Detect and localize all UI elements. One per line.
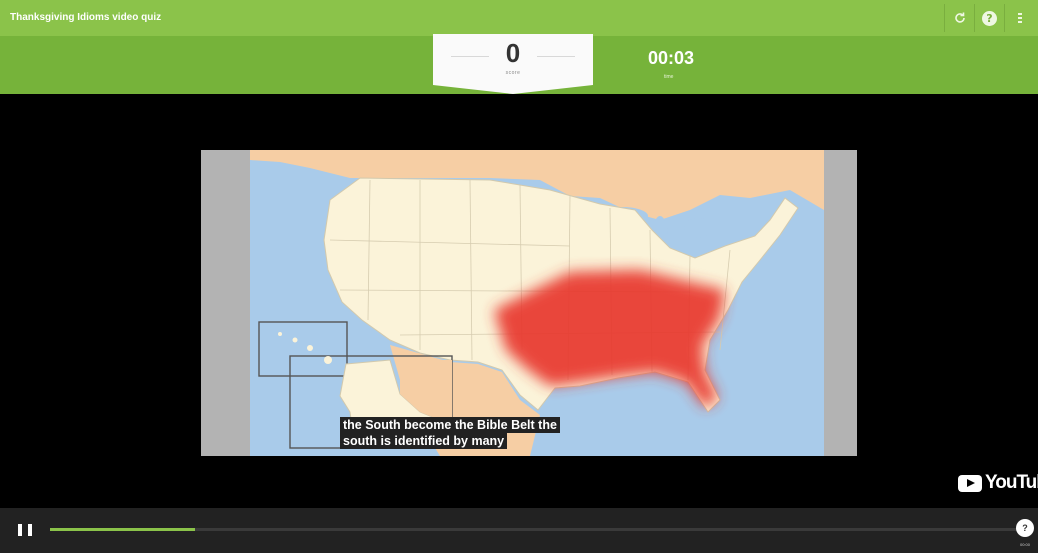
youtube-logo[interactable]: YouTube	[958, 472, 1038, 494]
timer-label: time	[664, 74, 674, 80]
quiz-app: Thanksgiving Idioms video quiz ? 0 score…	[0, 0, 1038, 553]
video-subtitle: the South become the Bible Belt the sout…	[340, 417, 560, 449]
score-value: 0	[505, 38, 521, 68]
end-time: 00:00	[1019, 542, 1030, 547]
pause-button[interactable]	[18, 524, 32, 538]
us-map-image	[250, 150, 824, 456]
menu-icon[interactable]	[1004, 4, 1034, 32]
toolbar: ?	[944, 4, 1034, 32]
youtube-play-icon	[958, 474, 982, 492]
youtube-wordmark: YouTube	[985, 472, 1038, 493]
progress-track[interactable]	[50, 528, 1018, 531]
score-card: 0 score	[433, 34, 593, 94]
top-bar: Thanksgiving Idioms video quiz ?	[0, 0, 1038, 36]
refresh-icon[interactable]	[944, 4, 974, 32]
map-illustration	[250, 150, 824, 456]
help-icon[interactable]: ?	[974, 4, 1004, 32]
timer-value: 00:03	[648, 48, 695, 68]
quiz-title: Thanksgiving Idioms video quiz	[10, 12, 162, 23]
question-marker[interactable]: ?	[1016, 519, 1034, 537]
score-label: score	[505, 70, 521, 76]
player-controls: ? 00:00	[0, 508, 1038, 553]
progress-fill	[50, 528, 196, 531]
video-player[interactable]: the South become the Bible Belt the sout…	[0, 94, 1038, 508]
subtitle-line: the South become the Bible Belt the	[340, 417, 560, 433]
help-glyph: ?	[982, 10, 997, 26]
video-frame: the South become the Bible Belt the sout…	[201, 150, 857, 456]
subtitle-line: south is identified by many	[340, 433, 508, 449]
